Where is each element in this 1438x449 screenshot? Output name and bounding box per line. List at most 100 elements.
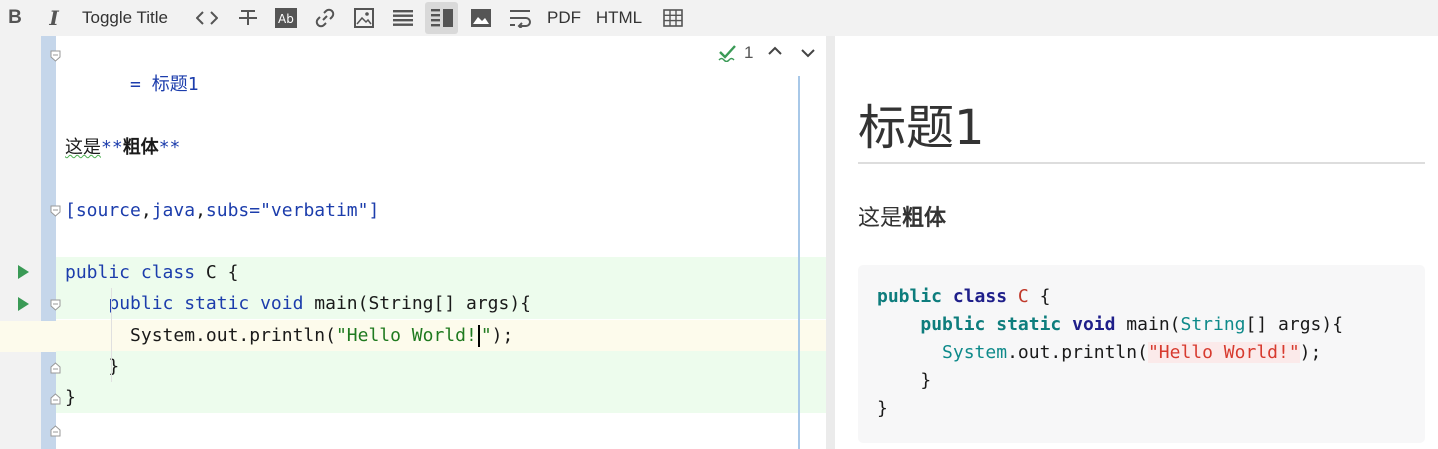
pdf-label: PDF bbox=[547, 8, 581, 27]
pv-kw-class: class bbox=[952, 286, 1008, 307]
split-layout-icon bbox=[430, 9, 453, 27]
link-icon bbox=[315, 8, 335, 28]
code-area[interactable]: = 标题1 这是**粗体** [source,java,subs="verbat… bbox=[56, 36, 826, 449]
fold-open-icon[interactable] bbox=[50, 50, 61, 62]
table-button[interactable] bbox=[660, 2, 686, 34]
fold-close-icon[interactable] bbox=[50, 393, 61, 405]
horizontal-lines-icon bbox=[393, 10, 413, 26]
ab-button[interactable]: Ab bbox=[273, 2, 299, 34]
pv-kw-public: public bbox=[877, 286, 943, 307]
source-editor[interactable]: = 标题1 这是**粗体** [source,java,subs="verbat… bbox=[0, 36, 826, 449]
fold-column bbox=[41, 36, 56, 449]
editor-code-line-5[interactable]: } bbox=[56, 382, 826, 413]
image-button[interactable] bbox=[351, 2, 377, 34]
html-label: HTML bbox=[595, 8, 643, 27]
picture-button[interactable] bbox=[468, 2, 494, 34]
preview-code-line-3: System.out.println("Hello World!"); bbox=[877, 339, 1321, 367]
run-class-icon[interactable] bbox=[18, 265, 29, 279]
inspection-count: 1 bbox=[744, 43, 754, 62]
preview-code-line-1: public class C { bbox=[877, 283, 1050, 311]
main-decl: main(String[] args){ bbox=[314, 293, 532, 314]
check-icon bbox=[718, 45, 736, 62]
split-layout-button[interactable] bbox=[425, 2, 458, 34]
picture-icon bbox=[471, 9, 491, 27]
attr-java: java bbox=[151, 200, 196, 221]
fold-open-icon[interactable] bbox=[50, 299, 61, 311]
close-brace-outer: } bbox=[65, 387, 76, 408]
preview-code-line-5: } bbox=[877, 395, 888, 423]
pdf-button[interactable]: PDF bbox=[545, 2, 583, 34]
call-close: ); bbox=[491, 325, 514, 346]
pv-main: main( bbox=[1115, 314, 1181, 335]
editor-line-delimiter-bottom[interactable]: ---- bbox=[56, 414, 826, 445]
split-divider[interactable] bbox=[826, 36, 835, 449]
editor-code-line-2[interactable]: public static void main(String[] args){ bbox=[56, 288, 826, 319]
editor-line-source-attr[interactable]: [source,java,subs="verbatim"] bbox=[56, 195, 826, 226]
fold-close-icon[interactable] bbox=[50, 362, 61, 374]
ab-box-icon: Ab bbox=[275, 8, 297, 28]
caret-line-gutter bbox=[0, 321, 56, 352]
run-main-icon[interactable] bbox=[18, 297, 29, 311]
chevron-down-icon[interactable] bbox=[801, 48, 815, 58]
image-icon bbox=[354, 8, 374, 28]
indent-guide bbox=[111, 288, 112, 382]
string-quote: " bbox=[480, 325, 492, 346]
preview-code-line-2: public static void main(String[] args){ bbox=[877, 311, 1343, 339]
pv-type-system: System bbox=[942, 342, 1008, 363]
inspection-widget[interactable]: 1 bbox=[718, 43, 753, 63]
pv-indent bbox=[877, 342, 942, 363]
paragraph-prefix: 这是 bbox=[65, 137, 101, 158]
attr-comma-1: , bbox=[140, 200, 152, 221]
attr-subs: subs="verbatim"] bbox=[205, 200, 380, 221]
italic-button[interactable]: I bbox=[42, 2, 66, 34]
lines-button[interactable] bbox=[390, 2, 416, 34]
text-caret bbox=[477, 325, 480, 347]
table-icon bbox=[663, 9, 683, 27]
kw-public: public bbox=[65, 262, 131, 283]
html-preview: 标题1 这是粗体 public class C { public static … bbox=[835, 36, 1438, 449]
fold-open-icon[interactable] bbox=[50, 205, 61, 217]
html-button[interactable]: HTML bbox=[593, 2, 645, 34]
right-margin-guide bbox=[798, 76, 800, 449]
pv-kw-public: public bbox=[920, 314, 986, 335]
pv-string: "Hello World!" bbox=[1147, 342, 1300, 363]
editor-line-heading[interactable]: = 标题1 bbox=[56, 38, 826, 95]
attr-source: [source bbox=[65, 200, 141, 221]
pv-class-name: C bbox=[1017, 286, 1029, 307]
bold-text: 粗体 bbox=[122, 137, 159, 158]
editor-code-line-1[interactable]: public class C { bbox=[56, 257, 826, 288]
bold-marker-close: ** bbox=[158, 137, 181, 158]
editor-line-delimiter-top[interactable]: ---- bbox=[56, 226, 826, 283]
chevron-up-icon[interactable] bbox=[768, 46, 782, 56]
pv-call-end: ); bbox=[1299, 342, 1322, 363]
pv-close-outer: } bbox=[877, 398, 888, 419]
code-button[interactable] bbox=[194, 2, 220, 34]
kw-class: class bbox=[140, 262, 196, 283]
soft-wrap-icon bbox=[510, 10, 531, 28]
line-gutter bbox=[0, 36, 41, 449]
pv-type-string: String bbox=[1180, 314, 1246, 335]
pv-close-inner: } bbox=[877, 370, 932, 391]
kw-public-static-void: public static void bbox=[108, 293, 304, 314]
toggle-title-button[interactable]: Toggle Title bbox=[76, 2, 174, 34]
preview-code-block: public class C { public static void main… bbox=[858, 265, 1425, 443]
preview-para-bold: 粗体 bbox=[902, 206, 947, 231]
class-decl: C { bbox=[205, 262, 239, 283]
soft-wrap-button[interactable] bbox=[507, 2, 535, 34]
strikethrough-button[interactable] bbox=[235, 2, 261, 34]
editor-toolbar: B I Toggle Title Ab PDF HTML bbox=[0, 0, 1438, 36]
bold-button[interactable]: B bbox=[4, 2, 26, 34]
editor-line-paragraph[interactable]: 这是**粗体** bbox=[56, 132, 826, 163]
string-literal: "Hello World! bbox=[335, 325, 477, 346]
editor-code-line-3[interactable]: System.out.println("Hello World! "); bbox=[56, 320, 826, 351]
heading-text: = 标题1 bbox=[130, 74, 199, 95]
code-brackets-icon bbox=[196, 11, 218, 25]
fold-close-icon[interactable] bbox=[50, 425, 61, 437]
editor-code-line-4[interactable]: } bbox=[56, 351, 826, 382]
pv-indent bbox=[877, 314, 920, 335]
attr-comma-2: , bbox=[195, 200, 206, 221]
link-button[interactable] bbox=[312, 2, 338, 34]
pv-kw-void: void bbox=[1072, 314, 1116, 335]
